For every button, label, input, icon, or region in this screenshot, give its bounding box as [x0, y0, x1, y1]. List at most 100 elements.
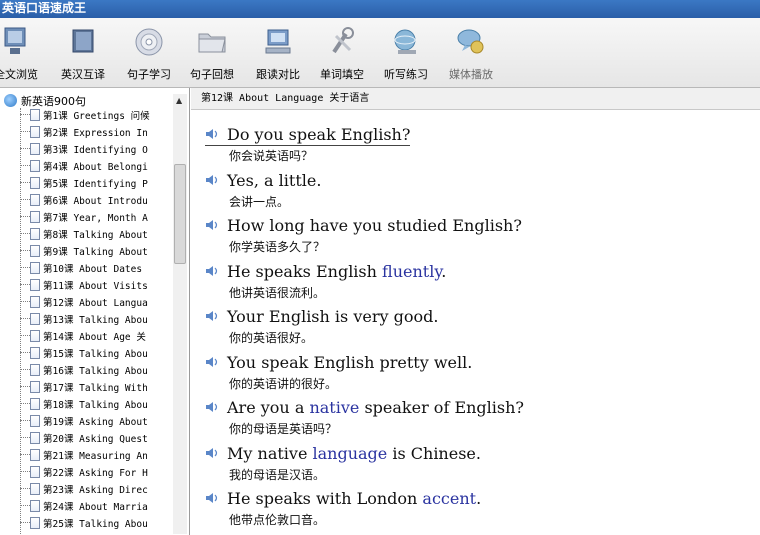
cd-icon [135, 28, 163, 56]
chinese-translation: 他带点伦敦口音。 [229, 513, 326, 527]
lesson-label: 第15课 Talking Abou [43, 349, 148, 360]
tree-lesson-item[interactable]: 第10课 About Dates [20, 261, 172, 278]
tree-lesson-item[interactable]: 第15课 Talking Abou [20, 346, 172, 363]
document-icon [30, 415, 40, 427]
tree-branch [20, 488, 30, 489]
tree-lesson-item[interactable]: 第17课 Talking With [20, 380, 172, 397]
tree-branch [20, 352, 30, 353]
tree-root[interactable]: 新英语900句 [4, 93, 86, 109]
lesson-label: 第13课 Talking Abou [43, 315, 148, 326]
english-sentence[interactable]: He speaks with London accent. [205, 488, 745, 510]
toolbar-translate-button[interactable]: 英汉互译 [54, 18, 112, 88]
speaker-icon[interactable] [205, 444, 219, 458]
document-icon [30, 194, 40, 206]
tree-lesson-item[interactable]: 第2课 Expression In [20, 125, 172, 142]
lesson-label: 第18课 Talking Abou [43, 400, 148, 411]
chinese-translation: 你的英语很好。 [229, 331, 314, 345]
tree-lesson-item[interactable]: 第18课 Talking Abou [20, 397, 172, 414]
toolbar-label: 媒体播放 [449, 68, 493, 81]
sentence-item: Your English is very good. 你的英语很好。 [205, 306, 745, 348]
chinese-translation: 你的英语讲的很好。 [229, 376, 338, 391]
document-icon [30, 228, 40, 240]
scrollbar-thumb[interactable] [174, 164, 186, 264]
tree-lesson-item[interactable]: 第14课 About Age 关 [20, 329, 172, 346]
tree-lesson-item[interactable]: 第12课 About Langua [20, 295, 172, 312]
english-sentence[interactable]: Your English is very good. [205, 306, 745, 328]
speaker-icon[interactable] [205, 125, 219, 139]
keyword-link[interactable]: native [309, 398, 359, 417]
document-icon [30, 262, 40, 274]
lesson-label: 第6课 About Introdu [43, 196, 148, 207]
speaker-icon[interactable] [205, 489, 219, 503]
tree-lesson-item[interactable]: 第5课 Identifying P [20, 176, 172, 193]
english-sentence[interactable]: He speaks English fluently. [205, 261, 745, 283]
english-sentence[interactable]: Do you speak English? [205, 124, 411, 146]
toolbar-sentence-recall-button[interactable]: 句子回想 [182, 18, 242, 88]
network-disc-icon [394, 29, 416, 54]
tree-branch [20, 369, 30, 370]
english-sentence[interactable]: Yes, a little. [205, 170, 745, 192]
tree-lesson-item[interactable]: 第23课 Asking Direc [20, 482, 172, 499]
speaker-icon[interactable] [205, 216, 219, 230]
lesson-label: 第11课 About Visits [43, 281, 148, 292]
toolbar-dictation-button[interactable]: 听写练习 [375, 18, 437, 88]
tree-scrollbar[interactable]: ▲ [173, 94, 187, 534]
tree-branch [20, 233, 30, 234]
tree-lesson-item[interactable]: 第4课 About Belongi [20, 159, 172, 176]
tree-lesson-item[interactable]: 第8课 Talking About [20, 227, 172, 244]
sentence-text: How long have you studied English? [227, 216, 522, 235]
document-icon [30, 330, 40, 342]
keyword-link[interactable]: accent [422, 489, 476, 508]
document-icon [30, 296, 40, 308]
tree-lesson-item[interactable]: 第6课 About Introdu [20, 193, 172, 210]
tree-lesson-item[interactable]: 第1课 Greetings 问候 [20, 108, 172, 125]
tree-lesson-item[interactable]: 第21课 Measuring An [20, 448, 172, 465]
tree-branch [20, 420, 30, 421]
tree-lesson-item[interactable]: 第13课 Talking Abou [20, 312, 172, 329]
tree-branch [20, 335, 30, 336]
window-title-bar: 英语口语速成王 [0, 0, 760, 18]
sentence-item: Yes, a little. 会讲一点。 [205, 170, 745, 212]
document-icon [30, 245, 40, 257]
english-sentence[interactable]: Are you a native speaker of English? [205, 397, 745, 419]
tree-lesson-item[interactable]: 第16课 Talking Abou [20, 363, 172, 380]
english-sentence[interactable]: My native language is Chinese. [205, 443, 745, 465]
document-icon [30, 381, 40, 393]
speaker-icon[interactable] [205, 353, 219, 367]
monitor-icon [4, 27, 26, 54]
tree-branch [20, 250, 30, 251]
toolbar-label: 跟读对比 [256, 68, 300, 81]
speaker-icon[interactable] [205, 262, 219, 276]
sentence-text: He speaks English [227, 261, 383, 281]
speaker-icon[interactable] [205, 171, 219, 185]
lesson-label: 第21课 Measuring An [43, 451, 148, 462]
tree-lesson-item[interactable]: 第3课 Identifying O [20, 142, 172, 159]
tree-lesson-item[interactable]: 第22课 Asking For H [20, 465, 172, 482]
tree-lesson-item[interactable]: 第25课 Talking Abou [20, 516, 172, 533]
tree-lesson-item[interactable]: 第11课 About Visits [20, 278, 172, 295]
tree-lesson-item[interactable]: 第24课 About Marria [20, 499, 172, 516]
tree-root-label: 新英语900句 [21, 95, 86, 108]
speaker-icon[interactable] [205, 307, 219, 321]
document-icon [30, 364, 40, 376]
scroll-up-arrow-icon[interactable]: ▲ [176, 96, 182, 105]
english-sentence[interactable]: You speak English pretty well. [205, 352, 745, 374]
sentence-text-end: . [441, 261, 447, 281]
toolbar-sentence-learn-button[interactable]: 句子学习 [119, 18, 179, 88]
chinese-translation: 他讲英语很流利。 [229, 285, 326, 300]
toolbar-fill-word-button[interactable]: 单词填空 [312, 18, 372, 88]
chinese-translation: 会讲一点。 [229, 194, 290, 209]
speaker-icon[interactable] [205, 398, 219, 412]
keyword-link[interactable]: language [313, 444, 388, 463]
toolbar-media-play-button[interactable]: 媒体播放 [440, 18, 502, 88]
tree-branch [20, 114, 30, 115]
tree-lesson-item[interactable]: 第7课 Year, Month A [20, 210, 172, 227]
toolbar-full-text-button[interactable]: 全文浏览 [0, 18, 46, 88]
tree-branch [20, 454, 30, 455]
toolbar-read-compare-button[interactable]: 跟读对比 [248, 18, 308, 88]
tree-lesson-item[interactable]: 第19课 Asking About [20, 414, 172, 431]
keyword-link[interactable]: fluently [382, 262, 441, 281]
tree-lesson-item[interactable]: 第9课 Talking About [20, 244, 172, 261]
english-sentence[interactable]: How long have you studied English? [205, 215, 745, 237]
tree-lesson-item[interactable]: 第20课 Asking Quest [20, 431, 172, 448]
